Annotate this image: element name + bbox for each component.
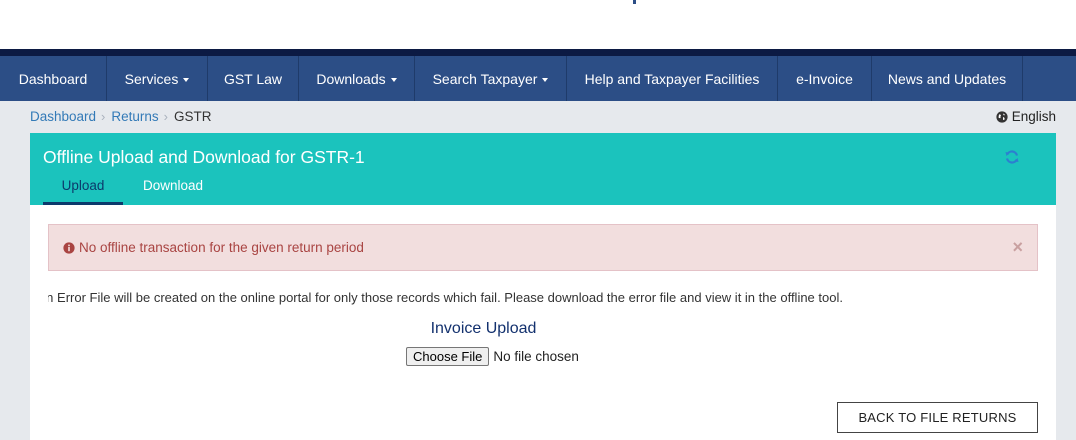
tab-download[interactable]: Download: [143, 178, 203, 193]
nav-item-dashboard[interactable]: Dashboard: [0, 56, 107, 101]
nav-label: GST Law: [223, 70, 283, 87]
tab-upload[interactable]: Upload: [43, 178, 123, 205]
nav-item-news[interactable]: News and Updates: [872, 56, 1023, 101]
file-status: No file chosen: [493, 349, 579, 364]
nav-label: Help and Taxpayer Facilities: [584, 70, 760, 87]
validation-info-text: If any of the data (invoice or other rec…: [48, 290, 1038, 308]
header-band: [0, 49, 1076, 56]
refresh-icon[interactable]: [1004, 149, 1020, 165]
caret-down-icon: [183, 77, 190, 82]
nav-item-downloads[interactable]: Downloads: [299, 56, 415, 101]
nav-label: Services: [124, 70, 179, 87]
caret-down-icon: [390, 77, 397, 82]
breadcrumb-current: GSTR: [174, 109, 212, 124]
alert-message: No offline transaction for the given ret…: [79, 240, 364, 255]
nav-item-services[interactable]: Services: [107, 56, 208, 101]
caret-down-icon: [542, 77, 549, 82]
nav-item-e-invoice[interactable]: e-Invoice: [778, 56, 872, 101]
file-input: Choose File No file chosen: [406, 347, 579, 366]
close-icon[interactable]: ×: [1012, 237, 1023, 258]
validation-text: If any of the data (invoice or other rec…: [48, 290, 843, 305]
card-header: Offline Upload and Download for GSTR-1 U…: [30, 133, 1056, 205]
nav-label: News and Updates: [887, 70, 1007, 87]
nav-label: Dashboard: [18, 70, 88, 87]
nav-item-gst-law[interactable]: GST Law: [208, 56, 299, 101]
main-nav: Dashboard Services GST Law Downloads Sea…: [0, 56, 1076, 101]
breadcrumb-returns[interactable]: Returns: [111, 109, 158, 124]
header-dot: [633, 0, 636, 4]
language-selector[interactable]: English: [996, 109, 1056, 124]
nav-label: Downloads: [316, 70, 386, 87]
offline-upload-card: Offline Upload and Download for GSTR-1 U…: [30, 133, 1056, 440]
error-alert: No offline transaction for the given ret…: [48, 224, 1038, 271]
choose-file-button[interactable]: Choose File: [406, 347, 490, 366]
nav-item-search-taxpayer[interactable]: Search Taxpayer: [415, 56, 567, 101]
language-label: English: [1011, 109, 1056, 124]
back-to-file-returns-button[interactable]: BACK TO FILE RETURNS: [837, 402, 1038, 433]
invoice-upload-label: Invoice Upload: [430, 320, 537, 337]
breadcrumb-separator: ›: [101, 109, 106, 124]
breadcrumb-dashboard[interactable]: Dashboard: [30, 109, 96, 124]
breadcrumb: Dashboard › Returns › GSTR: [30, 109, 212, 124]
globe-icon: [996, 110, 1008, 123]
nav-item-help[interactable]: Help and Taxpayer Facilities: [567, 56, 778, 101]
breadcrumb-separator: ›: [163, 109, 169, 124]
nav-label: Search Taxpayer: [432, 70, 538, 87]
info-circle-icon: [63, 241, 75, 254]
top-header: [0, 0, 1076, 49]
card-title: Offline Upload and Download for GSTR-1: [43, 147, 365, 167]
nav-label: e-Invoice: [796, 70, 853, 87]
